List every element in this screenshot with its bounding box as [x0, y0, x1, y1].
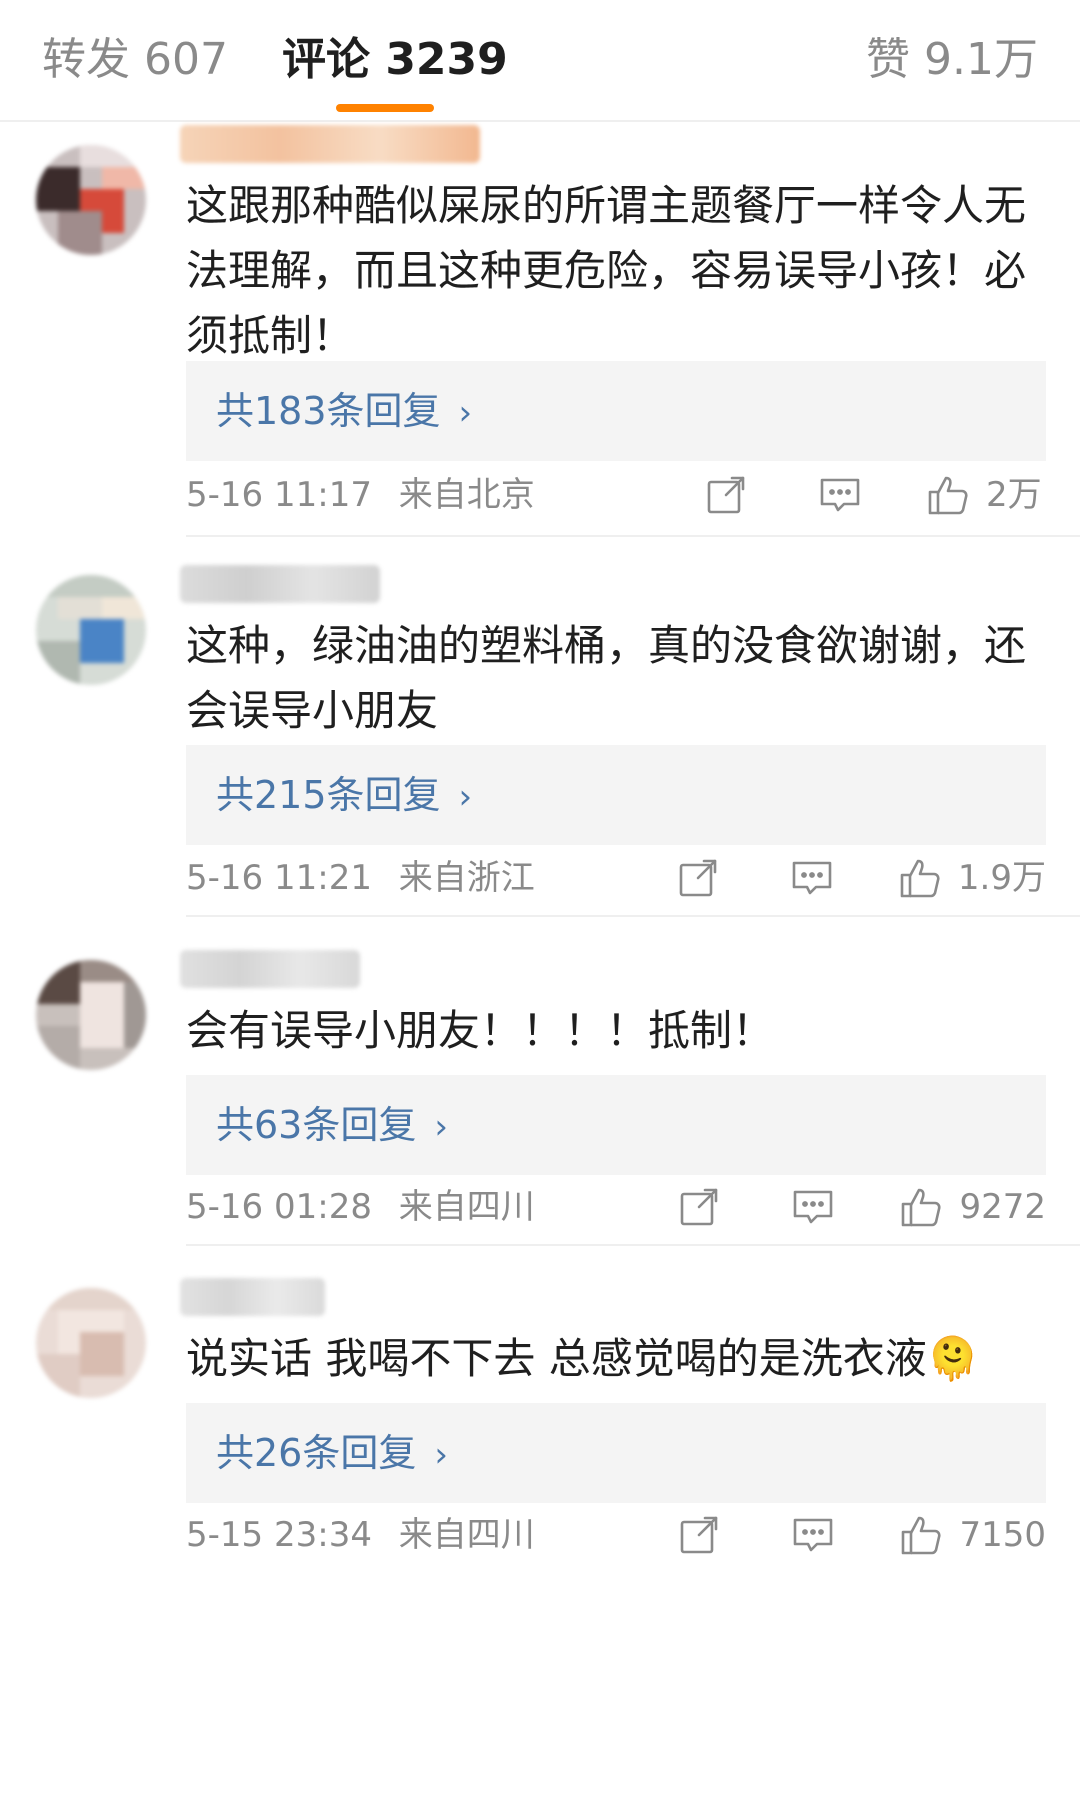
- thumbs-up-icon[interactable]: [926, 473, 970, 517]
- replies-link[interactable]: 共215条回复 ›: [186, 745, 1046, 845]
- comment-divider: [186, 1244, 1080, 1246]
- comment-meta: 5-16 01:28 来自四川 9272: [186, 1182, 1046, 1232]
- comment-time: 5-16 11:21: [186, 858, 372, 898]
- comment-meta: 5-16 11:17 来自北京 2万: [186, 470, 1046, 520]
- comment-meta: 5-15 23:34 来自四川 7150: [186, 1510, 1046, 1560]
- thumbs-up-icon[interactable]: [899, 1513, 943, 1557]
- username-blurred[interactable]: [180, 125, 480, 163]
- comment-icon[interactable]: [790, 856, 834, 900]
- tab-comments[interactable]: 评论 3239: [282, 30, 508, 90]
- comment-meta: 5-16 11:21 来自浙江 1.9万: [186, 853, 1046, 903]
- comment-location: 来自四川: [398, 1187, 535, 1227]
- comment-actions: 1.9万: [606, 853, 1046, 903]
- comment-time: 5-15 23:34: [186, 1515, 372, 1555]
- like-button[interactable]: 7150: [899, 1510, 1046, 1560]
- like-count: 2万: [986, 475, 1042, 515]
- replies-count: 共215条回复: [216, 773, 441, 817]
- comment-text: 这跟那种酷似屎尿的所谓主题餐厅一样令人无法理解，而且这种更危险，容易误导小孩！必…: [186, 181, 1027, 360]
- like-count: 1.9万: [957, 858, 1046, 898]
- replies-link[interactable]: 共26条回复 ›: [186, 1403, 1046, 1503]
- comment-text: 会有误导小朋友！！！！抵制！: [186, 1006, 775, 1055]
- comment-time: 5-16 01:28: [186, 1187, 372, 1227]
- avatar[interactable]: [36, 145, 146, 255]
- share-icon[interactable]: [677, 1185, 721, 1229]
- comment-actions: 9272: [607, 1182, 1046, 1232]
- username-blurred[interactable]: [180, 1278, 325, 1316]
- replies-count: 共183条回复: [216, 389, 441, 433]
- avatar[interactable]: [36, 960, 146, 1070]
- chevron-right-icon: ›: [434, 1435, 448, 1475]
- username-blurred[interactable]: [180, 565, 380, 603]
- like-count: 7150: [959, 1515, 1046, 1555]
- thumbs-up-icon[interactable]: [899, 1185, 943, 1229]
- avatar[interactable]: [36, 1288, 146, 1398]
- chevron-right-icon: ›: [458, 393, 473, 433]
- comment-icon[interactable]: [791, 1185, 835, 1229]
- comment-text: 说实话 我喝不下去 总感觉喝的是洗衣液🫠: [186, 1334, 979, 1383]
- active-tab-indicator: [336, 104, 434, 112]
- comment-icon[interactable]: [791, 1513, 835, 1557]
- comment-location: 来自浙江: [398, 858, 535, 898]
- username-blurred[interactable]: [180, 950, 360, 988]
- like-button[interactable]: 9272: [899, 1182, 1046, 1232]
- tab-reposts[interactable]: 转发 607: [42, 30, 228, 90]
- share-icon[interactable]: [676, 856, 720, 900]
- comment-time: 5-16 11:17: [186, 475, 372, 515]
- comment-actions: 7150: [607, 1510, 1046, 1560]
- comment-icon[interactable]: [818, 473, 862, 517]
- replies-count: 共26条回复: [216, 1431, 417, 1475]
- like-button[interactable]: 2万: [926, 470, 1046, 520]
- comment-actions: 2万: [634, 470, 1046, 520]
- comment-text: 这种，绿油油的塑料桶，真的没食欲谢谢，还会误导小朋友: [186, 621, 1027, 735]
- chevron-right-icon: ›: [434, 1107, 448, 1147]
- like-button[interactable]: 1.9万: [898, 853, 1046, 903]
- thumbs-up-icon[interactable]: [898, 856, 942, 900]
- replies-link[interactable]: 共183条回复 ›: [186, 361, 1046, 461]
- like-count: 9272: [959, 1187, 1046, 1227]
- share-icon[interactable]: [704, 473, 748, 517]
- avatar[interactable]: [36, 575, 146, 685]
- comment-divider: [186, 915, 1080, 917]
- tab-likes[interactable]: 赞 9.1万: [866, 30, 1038, 90]
- share-icon[interactable]: [677, 1513, 721, 1557]
- comment-divider: [186, 535, 1080, 537]
- chevron-right-icon: ›: [458, 777, 473, 817]
- comment-location: 来自北京: [398, 475, 535, 515]
- replies-count: 共63条回复: [216, 1103, 417, 1147]
- comment-tabbar: 转发 607 评论 3239 赞 9.1万: [0, 0, 1080, 122]
- replies-link[interactable]: 共63条回复 ›: [186, 1075, 1046, 1175]
- comment-location: 来自四川: [398, 1515, 535, 1555]
